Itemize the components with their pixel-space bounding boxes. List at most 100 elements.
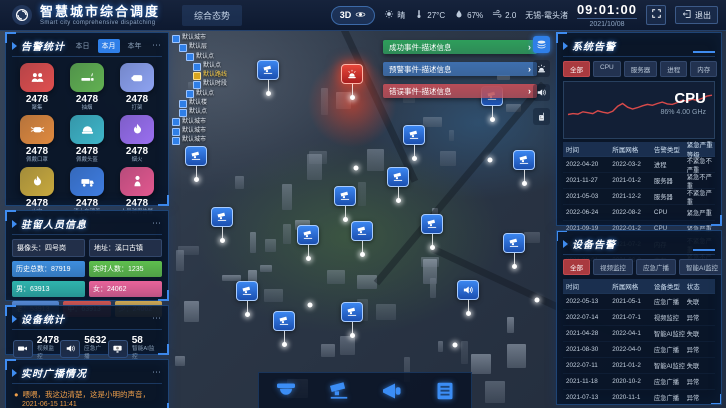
system-alarm-tab-CPU[interactable]: CPU xyxy=(593,61,621,77)
device-alarm-row[interactable]: 2021-08-302022-04-0应急广播异常 xyxy=(563,342,715,358)
map-marker-camera[interactable] xyxy=(513,150,535,186)
map-marker-camera[interactable] xyxy=(273,311,295,347)
more-menu-icon[interactable]: ⋯ xyxy=(152,40,162,51)
cell: 应急广播 xyxy=(654,377,687,386)
alarm-stat-tile[interactable]: 2478佩戴头盔 xyxy=(64,115,110,164)
layer-tree-item[interactable]: 默认城市 xyxy=(172,34,227,43)
building-block xyxy=(358,182,366,207)
strip-radio-button[interactable] xyxy=(533,108,550,125)
map-marker-camera[interactable] xyxy=(351,221,373,257)
layer-tree-item[interactable]: 默认层 xyxy=(172,43,227,52)
map-marker-camera[interactable] xyxy=(421,214,443,250)
event-toast-warning[interactable]: 预警事件-描述信息› xyxy=(383,62,537,76)
personnel-stat-row: 男：63913女：24062 xyxy=(12,281,162,297)
toolbar-dome-camera-button[interactable] xyxy=(271,377,301,405)
alarm-stat-tile[interactable]: 2478佩戴口罩 xyxy=(14,115,60,164)
alarm-tab-本日[interactable]: 本日 xyxy=(72,39,94,53)
device-alarm-row[interactable]: 2021-04-282022-04-1智能AI监控失联 xyxy=(563,326,715,342)
layer-tree-item[interactable]: 默认点 xyxy=(172,53,227,62)
strip-siren-button[interactable] xyxy=(533,60,550,77)
device-alarm-row[interactable]: 2022-07-112021-01-2智能AI监控失联 xyxy=(563,358,715,374)
alarm-tab-本年[interactable]: 本年 xyxy=(124,39,146,53)
map-marker-camera[interactable] xyxy=(297,225,319,261)
layer-tree-item[interactable]: 默认点 xyxy=(172,90,227,99)
toolbar-server-button[interactable] xyxy=(430,377,460,405)
flame-icon xyxy=(120,115,154,144)
event-toast-success[interactable]: 成功事件-描述信息› xyxy=(383,40,537,54)
building-block xyxy=(423,259,437,284)
cell: 异常 xyxy=(687,313,715,322)
device-alarm-tab-应急广播[interactable]: 应急广播 xyxy=(636,259,676,275)
layer-tree-item[interactable]: 默认时段 xyxy=(172,80,227,89)
alarm-tab-本月[interactable]: 本月 xyxy=(98,39,120,53)
layer-tree-item[interactable]: 默认点 xyxy=(172,108,227,117)
system-alarm-row[interactable]: 2021-05-032021-12-2服务器不紧急严重 xyxy=(563,189,715,205)
map-marker-speaker[interactable] xyxy=(457,280,479,316)
device-statistics-title: 设备统计 xyxy=(21,311,65,326)
cell: 应急广播 xyxy=(654,393,687,402)
cell: 2021-05-03 xyxy=(563,193,612,200)
map-marker-camera[interactable] xyxy=(341,302,363,338)
layer-tree-item[interactable]: 默认城市 xyxy=(172,136,227,145)
cell: 进程 xyxy=(654,160,687,169)
layer-node-icon xyxy=(179,44,187,52)
view-3d-toggle[interactable]: 3D xyxy=(331,6,376,25)
device-alarm-tab-视频监控[interactable]: 视频监控 xyxy=(593,259,633,275)
layer-tree-item[interactable]: 默认楼 xyxy=(172,99,227,108)
exit-label: 退出 xyxy=(695,10,711,21)
layer-tree-item[interactable]: 默认城市 xyxy=(172,127,227,136)
marker-stem xyxy=(308,245,309,256)
device-alarm-row[interactable]: 2021-11-182020-10-2应急广播异常 xyxy=(563,374,715,390)
marker-stem xyxy=(268,80,269,91)
toolbar-loudspeaker-button[interactable] xyxy=(377,377,407,405)
map-marker-camera[interactable] xyxy=(236,281,258,317)
device-alarm-tab-全部[interactable]: 全部 xyxy=(563,259,590,275)
system-alarm-tab-服务器[interactable]: 服务器 xyxy=(624,61,658,77)
marker-stem xyxy=(352,84,353,95)
device-alarm-row[interactable]: 2022-05-132021-05-1应急广播失联 xyxy=(563,294,715,310)
alarm-stat-tile[interactable]: 2478抽烟 xyxy=(64,63,110,112)
device-alarm-row[interactable]: 2021-07-132020-11-1应急广播异常 xyxy=(563,390,715,405)
strip-speaker-button[interactable] xyxy=(533,84,550,101)
strip-layers-button[interactable] xyxy=(533,36,550,53)
map-marker-camera[interactable] xyxy=(257,60,279,96)
layer-tree-item[interactable]: 默认路线 xyxy=(172,71,227,80)
alarm-stat-tile[interactable]: 2478打架 xyxy=(114,63,160,112)
map-marker-camera[interactable] xyxy=(503,233,525,269)
toolbar-cctv-camera-button[interactable] xyxy=(324,377,354,405)
more-menu-icon[interactable]: ⋯ xyxy=(152,218,162,229)
tab-overview[interactable]: 综合态势 xyxy=(182,5,242,26)
alarm-stat-tile[interactable]: 2478聚集 xyxy=(14,63,60,112)
panel-device-alarms: 设备告警 全部视频监控应急广播智能AI监控 时间所属网格设备类型状态2022-0… xyxy=(556,230,722,405)
cell: 2022-04-20 xyxy=(563,161,612,168)
humidity-icon xyxy=(454,9,464,21)
more-menu-icon[interactable]: ⋯ xyxy=(152,313,162,324)
system-alarm-tab-内存[interactable]: 内存 xyxy=(690,61,717,77)
system-alarms-title: 系统告警 xyxy=(572,38,616,53)
more-menu-icon[interactable]: ⋯ xyxy=(152,367,162,378)
system-alarm-row[interactable]: 2022-06-242022-08-2CPU紧急严重 xyxy=(563,205,715,221)
map-marker-alert[interactable] xyxy=(341,64,363,100)
map-marker-camera[interactable] xyxy=(211,207,233,243)
layer-tree-item[interactable]: 默认点 xyxy=(172,62,227,71)
cell: 视频监控 xyxy=(654,313,687,322)
device-alarm-row[interactable]: 2022-07-142021-07-1视频监控异常 xyxy=(563,310,715,326)
system-alarm-tab-全部[interactable]: 全部 xyxy=(563,61,590,77)
map-marker-camera[interactable] xyxy=(387,167,409,203)
layer-tree-item[interactable]: 默认城市 xyxy=(172,118,227,127)
device-alarm-tab-智能AI监控[interactable]: 智能AI监控 xyxy=(679,259,722,275)
exit-button[interactable]: 退出 xyxy=(675,6,718,24)
chevron-right-icon: › xyxy=(528,64,531,74)
cctv-camera-icon xyxy=(257,60,279,80)
event-toast-error[interactable]: 错误事件-描述信息› xyxy=(383,84,537,98)
broadcast-timestamp: 2021-06-15 11:41 xyxy=(12,401,162,408)
fullscreen-button[interactable] xyxy=(646,5,666,25)
map-marker-camera[interactable] xyxy=(403,125,425,161)
device-alarm-tabs: 全部视频监控应急广播智能AI监控 xyxy=(563,259,715,275)
cell: 失联 xyxy=(687,297,715,306)
system-alarm-tab-进程[interactable]: 进程 xyxy=(660,61,687,77)
map-marker-camera[interactable] xyxy=(185,146,207,182)
alarm-stat-tile[interactable]: 2478烟火 xyxy=(114,115,160,164)
alarm-stat-value: 2478 xyxy=(114,198,160,209)
map-marker-camera[interactable] xyxy=(334,186,356,222)
